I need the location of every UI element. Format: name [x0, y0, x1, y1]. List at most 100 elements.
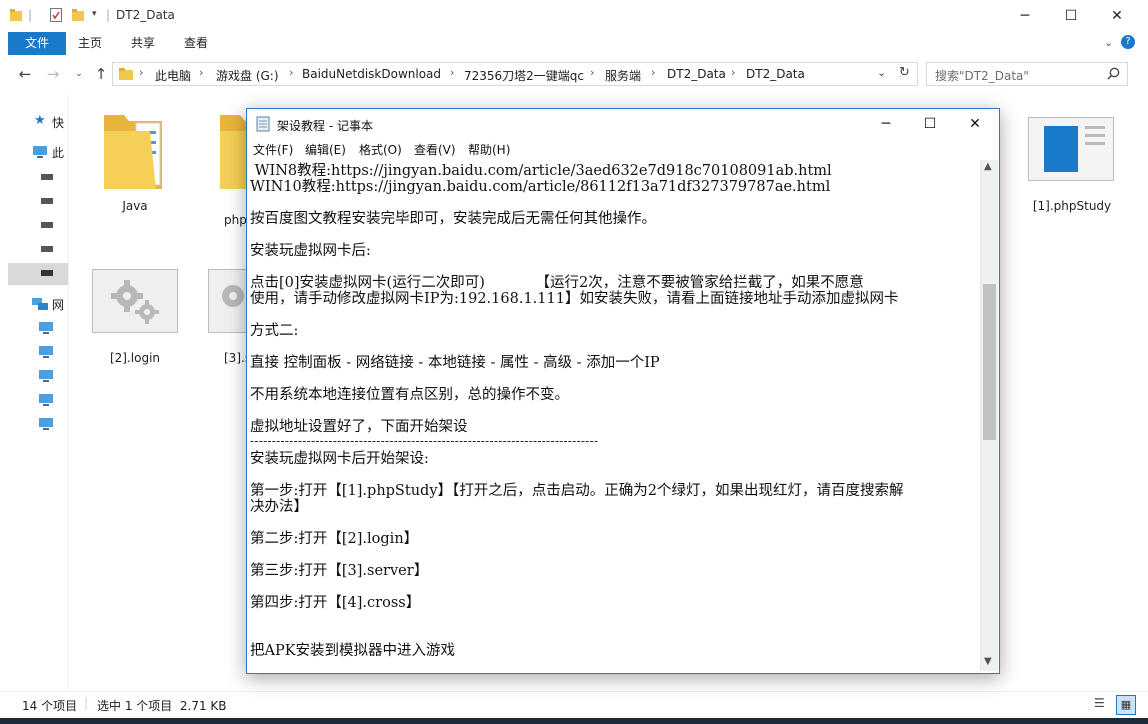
nav-item-drive[interactable] — [30, 169, 66, 191]
drive-icon — [41, 222, 53, 228]
breadcrumb-separator-icon: › — [450, 66, 455, 79]
text-line: WIN10教程:https://jingyan.baidu.com/articl… — [250, 179, 831, 195]
tab-view[interactable]: 查看 — [174, 32, 218, 55]
ribbon-tabs: 文件 主页 共享 查看 ⌄ ? — [0, 32, 1148, 56]
divider-line: ----------------------------------------… — [250, 434, 599, 448]
breadcrumb-package[interactable]: 72356刀塔2一键端qc — [464, 67, 584, 84]
selection-info: 选中 1 个项目 2.71 KB — [97, 699, 227, 713]
menu-help[interactable]: 帮助(H) — [468, 141, 510, 158]
address-bar[interactable]: › 此电脑 › 游戏盘 (G:) › BaiduNetdiskDownload … — [112, 62, 918, 86]
nav-label: 网 — [52, 298, 65, 312]
breadcrumb-dt2data-current[interactable]: DT2_Data — [746, 67, 805, 81]
breadcrumb-separator-icon: › — [651, 66, 656, 79]
close-button[interactable]: ✕ — [1094, 0, 1140, 32]
breadcrumb-baidunetdisk[interactable]: BaiduNetdiskDownload — [302, 67, 441, 81]
app-preview-icon — [1044, 126, 1078, 172]
computer-icon — [39, 370, 53, 382]
folder-item-php[interactable]: php — [210, 107, 258, 227]
file-thumbnail — [92, 269, 178, 333]
minimize-button[interactable]: ─ — [1002, 0, 1048, 32]
notepad-icon — [256, 116, 270, 132]
text-line: 安装玩虚拟网卡后: — [250, 243, 371, 259]
qat-separator: | — [106, 8, 111, 22]
tab-home[interactable]: 主页 — [68, 32, 112, 55]
tab-file[interactable]: 文件 — [8, 32, 66, 55]
tab-share[interactable]: 共享 — [121, 32, 165, 55]
file-item-phpstudy[interactable]: [1].phpStudy — [1014, 111, 1130, 221]
menu-edit[interactable]: 编辑(E) — [305, 141, 346, 158]
text-line: 第二步:打开【[2].login】 — [250, 531, 419, 547]
nav-item-network-computer[interactable] — [30, 319, 66, 341]
menu-file[interactable]: 文件(F) — [253, 141, 293, 158]
large-icons-view-icon[interactable]: ▦ — [1116, 695, 1136, 715]
address-dropdown-icon[interactable]: ⌄ — [877, 66, 886, 79]
nav-item-this-pc[interactable]: 此 — [30, 143, 66, 165]
scroll-down-icon[interactable]: ▼ — [984, 656, 992, 667]
recent-locations-icon[interactable]: ⌄ — [68, 63, 90, 85]
breadcrumb-separator-icon: › — [289, 66, 294, 79]
maximize-button[interactable]: ☐ — [1048, 0, 1094, 32]
up-arrow-icon[interactable]: ↑ — [90, 63, 112, 85]
nav-item-drive[interactable] — [30, 217, 66, 239]
breadcrumb-dt2data[interactable]: DT2_Data — [667, 67, 726, 81]
properties-icon[interactable] — [50, 8, 62, 22]
notepad-text-area[interactable]: WIN8教程:https://jingyan.baidu.com/article… — [248, 160, 978, 671]
search-icon[interactable] — [1107, 67, 1120, 80]
close-button[interactable]: ✕ — [952, 109, 998, 139]
back-arrow-icon[interactable]: ← — [14, 63, 36, 85]
nav-item-drive[interactable] — [30, 241, 66, 263]
nav-item-drive[interactable] — [30, 193, 66, 215]
text-line: 按百度图文教程安装完毕即可，安装完成后无需任何其他操作。 — [250, 211, 656, 227]
file-item-server[interactable]: [3].s — [208, 269, 251, 369]
search-input[interactable]: 搜索"DT2_Data" — [926, 62, 1128, 86]
nav-item-network-computer[interactable] — [30, 391, 66, 413]
breadcrumb-drive[interactable]: 游戏盘 (G:) — [216, 67, 279, 84]
taskbar — [0, 718, 1148, 724]
breadcrumb-separator-icon: › — [590, 66, 595, 79]
nav-item-drive-selected[interactable] — [8, 263, 68, 285]
nav-item-network-computer[interactable] — [30, 343, 66, 365]
minimize-button[interactable]: ─ — [863, 109, 909, 139]
notepad-titlebar: 架设教程 - 记事本 ─ ☐ ✕ — [247, 109, 999, 139]
qat-separator: | — [28, 8, 33, 22]
nav-item-network-computer[interactable] — [30, 367, 66, 389]
text-line: 使用，请手动修改虚拟网卡IP为:192.168.1.111】如安装失败，请看上面… — [250, 291, 899, 307]
file-item-login[interactable]: [2].login — [90, 269, 180, 369]
text-line: 安装玩虚拟网卡后开始架设: — [250, 451, 429, 467]
notepad-window: 架设教程 - 记事本 ─ ☐ ✕ 文件(F) 编辑(E) 格式(O) 查看(V)… — [246, 108, 1000, 674]
scrollbar-thumb[interactable] — [983, 284, 996, 440]
qat-dropdown-icon[interactable]: ▾ — [92, 9, 97, 19]
computer-icon — [33, 146, 47, 158]
folder-item-java[interactable]: Java — [92, 107, 178, 217]
nav-item-quick-access[interactable]: ★ 快 — [30, 113, 66, 135]
gear-icon — [222, 285, 244, 307]
notepad-title: 架设教程 - 记事本 — [277, 119, 373, 133]
item-label: [1].phpStudy — [1032, 199, 1112, 213]
forward-arrow-icon[interactable]: → — [42, 63, 64, 85]
help-icon[interactable]: ? — [1121, 35, 1135, 49]
menu-view[interactable]: 查看(V) — [414, 141, 456, 158]
menu-format[interactable]: 格式(O) — [359, 141, 402, 158]
refresh-icon[interactable]: ↻ — [899, 65, 910, 80]
item-label: php — [224, 213, 247, 227]
breadcrumb-server[interactable]: 服务端 — [605, 67, 641, 84]
text-line: 点击[0]安装虚拟网卡(运行二次即可) 【运行2次，注意不要被管家给拦截了，如果… — [250, 275, 864, 291]
new-folder-icon[interactable] — [72, 8, 84, 22]
item-count: 14 个项目 — [22, 699, 78, 713]
vertical-scrollbar[interactable]: ▲ ▼ — [980, 160, 998, 671]
window-title: DT2_Data — [116, 8, 175, 22]
nav-label: 快 — [52, 116, 65, 130]
breadcrumb-this-pc[interactable]: 此电脑 — [155, 67, 191, 84]
ribbon-expand-icon[interactable]: ⌄ — [1104, 36, 1113, 49]
item-label: Java — [122, 199, 148, 213]
nav-label: 此 — [52, 146, 65, 160]
text-line: 第四步:打开【[4].cross】 — [250, 595, 421, 611]
item-label: [2].login — [109, 351, 161, 365]
maximize-button[interactable]: ☐ — [907, 109, 953, 139]
nav-item-network[interactable]: 网 — [30, 295, 66, 317]
details-view-icon[interactable]: ☰ — [1094, 696, 1110, 712]
breadcrumb-separator-icon: › — [199, 66, 204, 79]
folder-icon — [10, 9, 22, 21]
nav-item-network-computer[interactable] — [30, 415, 66, 437]
scroll-up-icon[interactable]: ▲ — [984, 161, 992, 172]
